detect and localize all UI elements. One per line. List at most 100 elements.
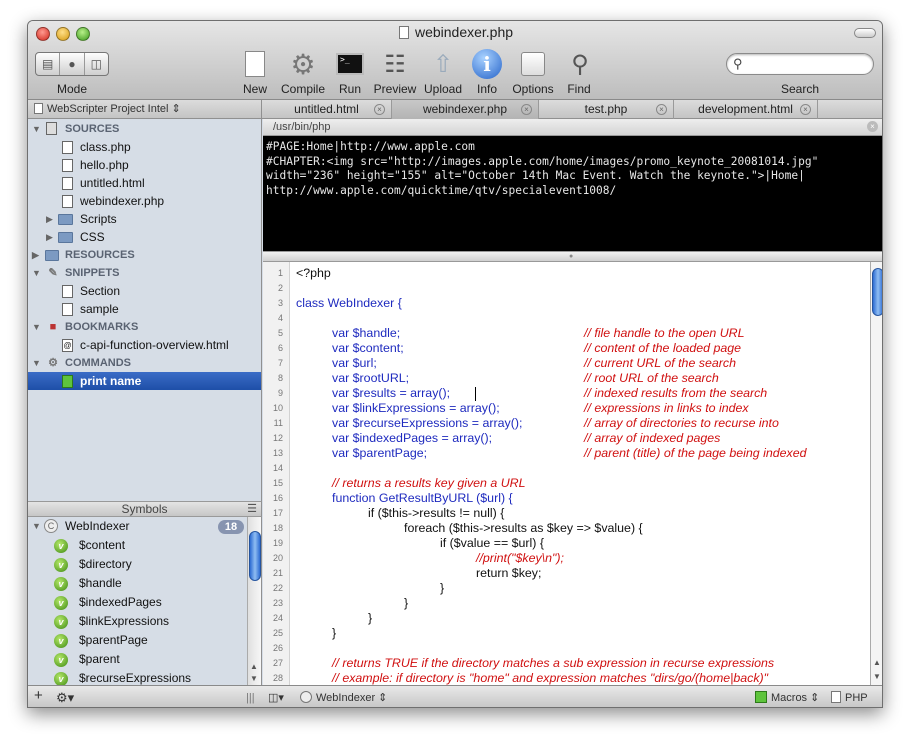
tab-webindexer-php[interactable]: webindexer.php ×	[392, 100, 539, 119]
disclosure-open-icon[interactable]: ▼	[32, 354, 41, 372]
disclosure-closed-icon[interactable]: ▶	[46, 228, 53, 246]
scroll-down-icon[interactable]: ▼	[250, 674, 258, 683]
line-number: 3	[277, 298, 283, 308]
console-line: http://www.apple.com/quicktime/qtv/speci…	[266, 183, 617, 197]
code-editor[interactable]: 1 2 3 4 5 6 7 8 9 10 11 12 13 14 15 16 17 18 19 20 21 22 23 24 2…	[263, 262, 882, 685]
new-icon[interactable]	[238, 48, 272, 80]
tab-close-icon[interactable]: ×	[656, 104, 667, 115]
disclosure-closed-icon[interactable]: ▶	[32, 246, 39, 264]
sidebar-file-webindexer-php[interactable]: webindexer.php	[28, 192, 261, 210]
mode-database-icon[interactable]: ◫	[85, 53, 108, 75]
language-popup[interactable]: PHP	[831, 690, 868, 706]
group-label: COMMANDS	[65, 357, 131, 369]
symbols-scrollbar[interactable]: ▲ ▼	[247, 517, 261, 685]
scroll-up-icon[interactable]: ▲	[250, 662, 258, 671]
symbol-item[interactable]: v $linkExpressions	[28, 612, 248, 631]
tab-close-icon[interactable]: ×	[800, 104, 811, 115]
pane-splitter[interactable]: ●	[263, 251, 882, 262]
options-switch-icon[interactable]	[516, 48, 550, 80]
code-line: var $results = array();	[332, 386, 451, 400]
tab-label: development.html	[698, 102, 793, 116]
output-console[interactable]: #PAGE:Home|http://www.apple.com #CHAPTER:…	[263, 136, 882, 251]
project-doc-icon	[46, 122, 57, 135]
commands-gear-icon: ⚙	[48, 357, 58, 369]
symbol-item[interactable]: v $directory	[28, 555, 248, 574]
editor-scroll-thumb[interactable]	[872, 268, 882, 316]
document-menu-icon[interactable]: ◫▾	[268, 690, 284, 706]
tab-test-php[interactable]: test.php ×	[539, 100, 674, 119]
sidebar-file-hello-php[interactable]: hello.php	[28, 156, 261, 174]
macros-popup[interactable]: Macros ⇕	[755, 690, 819, 706]
line-number: 28	[272, 673, 283, 683]
disclosure-open-icon[interactable]: ▼	[32, 264, 41, 282]
sidebar-folder-scripts[interactable]: ▶ Scripts	[28, 210, 261, 228]
window-title-text: webindexer.php	[414, 24, 514, 40]
scroll-down-icon[interactable]: ▼	[873, 672, 881, 681]
sidebar-folder-css[interactable]: ▶ CSS	[28, 228, 261, 246]
group-snippets[interactable]: ▼ ✎ SNIPPETS	[28, 264, 261, 282]
mode-editor-icon[interactable]: ▤	[36, 53, 61, 75]
disclosure-open-icon[interactable]: ▼	[32, 318, 41, 336]
find-button[interactable]: Find	[549, 82, 609, 96]
bookmarks-icon: ■	[49, 321, 57, 333]
resize-grip-icon[interactable]: |||	[246, 690, 255, 706]
disclosure-closed-icon[interactable]: ▶	[46, 210, 53, 228]
find-magnifier-icon[interactable]: ⚲	[563, 48, 597, 80]
tab-development-html[interactable]: development.html ×	[674, 100, 818, 119]
symbol-item[interactable]: v $handle	[28, 574, 248, 593]
compile-gear-icon[interactable]: ⚙	[286, 48, 320, 80]
scroll-up-icon[interactable]: ▲	[873, 658, 881, 667]
symbol-item[interactable]: v $content	[28, 536, 248, 555]
symbol-item[interactable]: v $parent	[28, 650, 248, 669]
variable-icon: v	[54, 577, 68, 591]
tab-close-icon[interactable]: ×	[374, 104, 385, 115]
clear-console-icon[interactable]: ×	[867, 121, 878, 132]
symbol-class-row[interactable]: ▼ C WebIndexer 18	[28, 517, 248, 536]
symbol-item[interactable]: v $parentPage	[28, 631, 248, 650]
project-popup[interactable]: WebScripter Project Intel ⇕	[28, 100, 262, 119]
info-icon[interactable]: i	[470, 48, 504, 80]
file-label: webindexer.php	[80, 194, 165, 208]
symbols-header[interactable]: Symbols ☰	[28, 501, 262, 517]
group-sources[interactable]: ▼ SOURCES	[28, 120, 261, 138]
code-line: class WebIndexer {	[296, 296, 402, 310]
sidebar-bookmark-item[interactable]: @ c-api-function-overview.html	[28, 336, 261, 354]
upload-icon[interactable]: ⇧	[426, 48, 460, 80]
disclosure-open-icon[interactable]: ▼	[32, 120, 41, 138]
tab-close-icon[interactable]: ×	[521, 104, 532, 115]
mode-segmented-control[interactable]: ▤ ● ◫	[35, 52, 109, 76]
inline-comment: // expressions in links to index	[584, 401, 749, 415]
group-label: SNIPPETS	[65, 267, 120, 279]
tab-untitled-html[interactable]: untitled.html ×	[262, 100, 392, 119]
search-input[interactable]: ⚲	[726, 53, 874, 75]
group-commands[interactable]: ▼ ⚙ COMMANDS	[28, 354, 261, 372]
preview-magnifier-icon[interactable]: ☷	[378, 48, 412, 80]
class-popup[interactable]: WebIndexer ⇕	[300, 690, 387, 706]
line-number: 2	[277, 283, 283, 293]
interpreter-path: /usr/bin/php	[273, 121, 331, 133]
sidebar-file-class-php[interactable]: class.php	[28, 138, 261, 156]
mode-web-icon[interactable]: ●	[60, 53, 85, 75]
code-line: var $content;	[332, 341, 404, 355]
disclosure-open-icon[interactable]: ▼	[32, 517, 41, 536]
line-number: 23	[272, 598, 283, 608]
sidebar-snippet-sample[interactable]: sample	[28, 300, 261, 318]
add-icon[interactable]: +	[34, 688, 43, 704]
terminal-icon[interactable]: >_	[333, 48, 367, 80]
symbol-item[interactable]: v $recurseExpressions	[28, 669, 248, 685]
sidebar-command-print-name[interactable]: print name	[28, 372, 261, 390]
editor-scrollbar[interactable]: ▲ ▼	[870, 262, 882, 685]
sidebar-snippet-section[interactable]: Section	[28, 282, 261, 300]
group-bookmarks[interactable]: ▼ ■ BOOKMARKS	[28, 318, 261, 336]
toolbar-toggle-button[interactable]	[854, 28, 876, 38]
action-gear-icon[interactable]: ⚙▾	[56, 690, 74, 706]
group-resources[interactable]: ▶ RESOURCES	[28, 246, 261, 264]
symbols-scroll-thumb[interactable]	[249, 531, 261, 581]
sidebar-file-untitled-html[interactable]: untitled.html	[28, 174, 261, 192]
snippets-icon: ✎	[48, 267, 58, 279]
symbols-menu-icon[interactable]: ☰	[247, 502, 257, 517]
symbol-label: $linkExpressions	[79, 614, 170, 628]
symbol-item[interactable]: v $indexedPages	[28, 593, 248, 612]
snippet-icon	[62, 285, 73, 298]
tab-bar: WebScripter Project Intel ⇕ untitled.htm…	[28, 100, 882, 119]
